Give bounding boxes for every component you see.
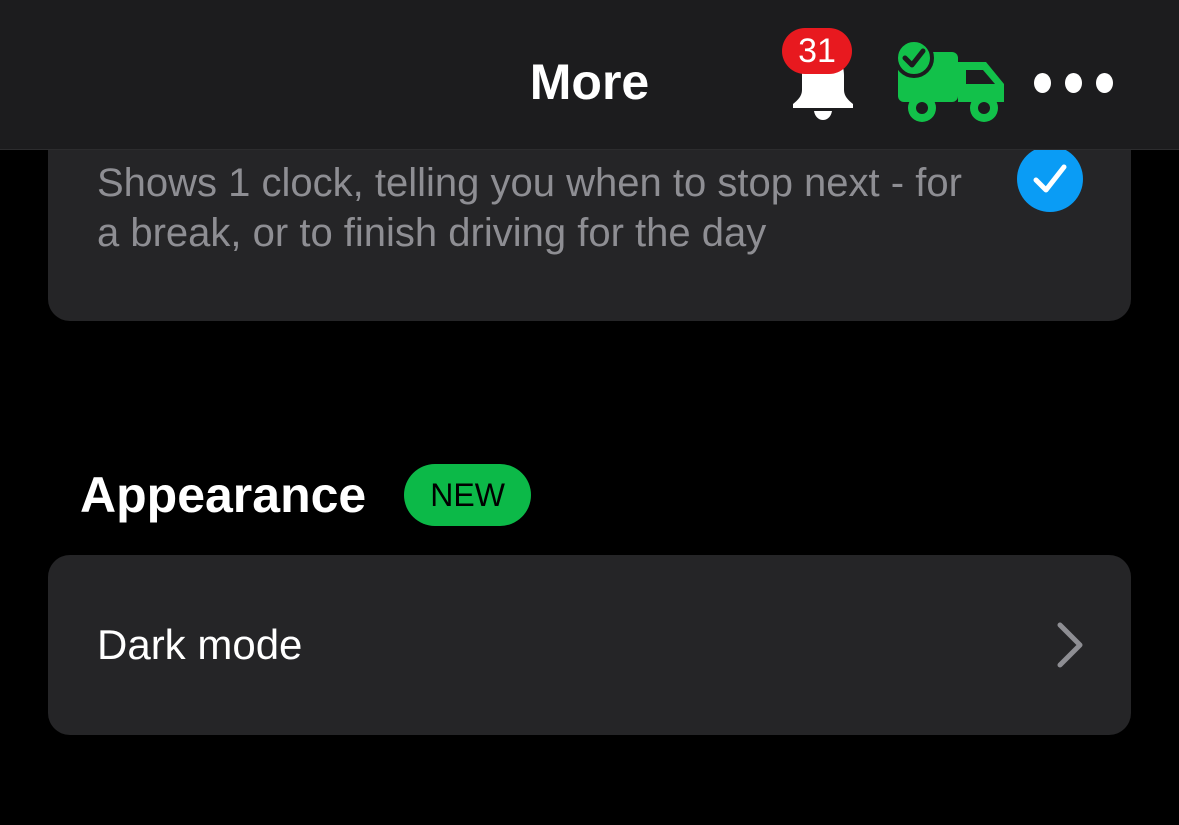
dot	[1034, 73, 1051, 93]
dark-mode-row[interactable]: Dark mode	[48, 555, 1131, 735]
truck-check-icon	[894, 38, 1004, 122]
notifications-button[interactable]: 31	[782, 28, 862, 120]
new-badge: NEW	[404, 464, 531, 526]
section-title: Appearance	[80, 467, 367, 523]
chevron-right-icon	[1057, 622, 1083, 668]
more-horizontal-icon[interactable]	[1034, 68, 1114, 98]
dark-mode-label: Dark mode	[97, 621, 303, 668]
checkmark-icon[interactable]	[1017, 146, 1083, 212]
appearance-section-header: Appearance NEW	[80, 462, 531, 528]
dot	[1065, 73, 1082, 93]
screen: Shows 1 clock, telling you when to stop …	[0, 0, 1179, 825]
dot	[1096, 73, 1113, 93]
navigation-bar: More 31	[0, 0, 1179, 150]
vehicle-status-button[interactable]	[894, 38, 1010, 128]
notification-count-badge: 31	[782, 28, 852, 74]
clock-option-description: Shows 1 clock, telling you when to stop …	[97, 161, 962, 255]
